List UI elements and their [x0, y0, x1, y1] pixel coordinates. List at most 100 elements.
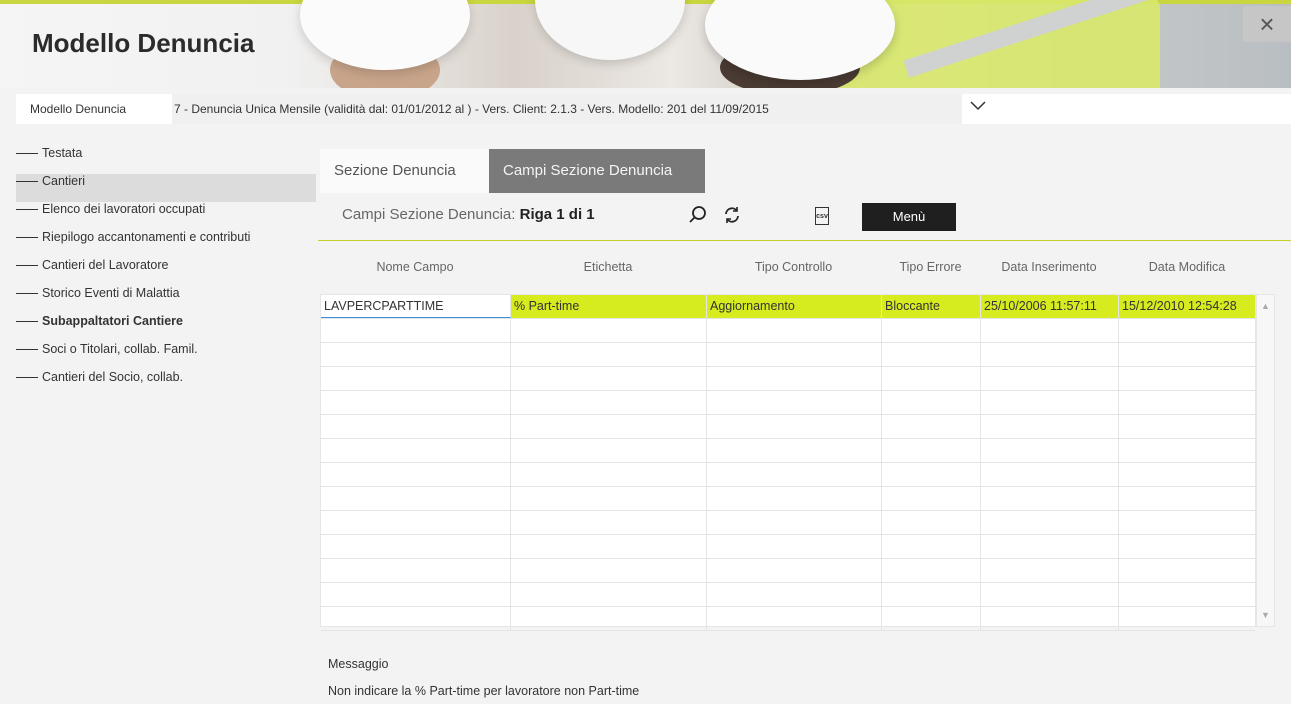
empty-cell[interactable] — [882, 511, 981, 534]
column-header[interactable]: Tipo Errore — [881, 260, 980, 274]
empty-table-row[interactable] — [321, 463, 1255, 487]
column-header[interactable]: Data Inserimento — [980, 260, 1118, 274]
close-icon[interactable]: × — [1243, 6, 1291, 42]
empty-cell[interactable] — [1119, 607, 1255, 630]
empty-table-row[interactable] — [321, 535, 1255, 559]
empty-cell[interactable] — [511, 415, 707, 438]
empty-cell[interactable] — [707, 415, 882, 438]
chevron-down-icon[interactable] — [970, 98, 986, 116]
empty-cell[interactable] — [321, 319, 511, 342]
empty-cell[interactable] — [981, 559, 1119, 582]
sidebar-item-cantieri[interactable]: Cantieri — [16, 174, 316, 202]
empty-cell[interactable] — [882, 583, 981, 606]
empty-cell[interactable] — [707, 487, 882, 510]
empty-cell[interactable] — [981, 487, 1119, 510]
empty-cell[interactable] — [1119, 559, 1255, 582]
sidebar-item-soci[interactable]: Soci o Titolari, collab. Famil. — [16, 342, 316, 370]
empty-cell[interactable] — [981, 607, 1119, 630]
empty-cell[interactable] — [981, 535, 1119, 558]
empty-cell[interactable] — [511, 535, 707, 558]
empty-cell[interactable] — [511, 607, 707, 630]
empty-cell[interactable] — [511, 583, 707, 606]
empty-table-row[interactable] — [321, 607, 1255, 631]
empty-cell[interactable] — [882, 535, 981, 558]
empty-cell[interactable] — [321, 439, 511, 462]
sidebar-item-cantieri-lavoratore[interactable]: Cantieri del Lavoratore — [16, 258, 316, 286]
empty-table-row[interactable] — [321, 367, 1255, 391]
cell-nome-campo[interactable]: LAVPERCPARTTIME — [321, 295, 511, 318]
column-header[interactable]: Data Modifica — [1118, 260, 1256, 274]
empty-cell[interactable] — [321, 463, 511, 486]
sidebar-item-testata[interactable]: Testata — [16, 146, 316, 174]
empty-cell[interactable] — [1119, 511, 1255, 534]
empty-cell[interactable] — [707, 535, 882, 558]
empty-cell[interactable] — [882, 319, 981, 342]
empty-cell[interactable] — [321, 415, 511, 438]
empty-cell[interactable] — [1119, 487, 1255, 510]
tab-campi-sezione-denuncia[interactable]: Campi Sezione Denuncia — [489, 149, 705, 193]
empty-cell[interactable] — [321, 607, 511, 630]
empty-cell[interactable] — [981, 463, 1119, 486]
empty-cell[interactable] — [882, 487, 981, 510]
cell-etichetta[interactable]: % Part-time — [511, 295, 707, 318]
tab-sezione-denuncia[interactable]: Sezione Denuncia — [320, 149, 489, 193]
empty-cell[interactable] — [707, 607, 882, 630]
empty-cell[interactable] — [1119, 391, 1255, 414]
empty-cell[interactable] — [707, 439, 882, 462]
empty-cell[interactable] — [511, 463, 707, 486]
empty-cell[interactable] — [707, 391, 882, 414]
empty-cell[interactable] — [321, 535, 511, 558]
empty-cell[interactable] — [981, 343, 1119, 366]
empty-cell[interactable] — [882, 415, 981, 438]
empty-cell[interactable] — [707, 583, 882, 606]
empty-cell[interactable] — [981, 367, 1119, 390]
empty-cell[interactable] — [981, 583, 1119, 606]
sidebar-item-storico-malattia[interactable]: Storico Eventi di Malattia — [16, 286, 316, 314]
refresh-icon[interactable] — [722, 205, 742, 230]
empty-cell[interactable] — [511, 487, 707, 510]
cell-data-inserimento[interactable]: 25/10/2006 11:57:11 — [981, 295, 1119, 318]
grid-scrollbar[interactable]: ▲ ▼ — [1256, 294, 1275, 627]
empty-cell[interactable] — [707, 559, 882, 582]
cell-tipo-controllo[interactable]: Aggiornamento — [707, 295, 882, 318]
empty-cell[interactable] — [1119, 535, 1255, 558]
empty-cell[interactable] — [1119, 439, 1255, 462]
empty-cell[interactable] — [511, 511, 707, 534]
empty-table-row[interactable] — [321, 319, 1255, 343]
model-dropdown[interactable]: 7 - Denuncia Unica Mensile (validità dal… — [172, 94, 962, 124]
empty-table-row[interactable] — [321, 439, 1255, 463]
empty-cell[interactable] — [321, 343, 511, 366]
empty-cell[interactable] — [1119, 583, 1255, 606]
empty-cell[interactable] — [882, 367, 981, 390]
empty-cell[interactable] — [981, 415, 1119, 438]
empty-cell[interactable] — [707, 463, 882, 486]
empty-table-row[interactable] — [321, 391, 1255, 415]
empty-cell[interactable] — [1119, 463, 1255, 486]
empty-cell[interactable] — [882, 343, 981, 366]
empty-table-row[interactable] — [321, 583, 1255, 607]
empty-cell[interactable] — [882, 439, 981, 462]
column-header[interactable]: Etichetta — [510, 260, 706, 274]
empty-cell[interactable] — [882, 391, 981, 414]
empty-cell[interactable] — [511, 559, 707, 582]
empty-cell[interactable] — [1119, 415, 1255, 438]
empty-cell[interactable] — [707, 367, 882, 390]
empty-cell[interactable] — [1119, 343, 1255, 366]
empty-cell[interactable] — [707, 511, 882, 534]
empty-table-row[interactable] — [321, 415, 1255, 439]
sidebar-item-cantieri-socio[interactable]: Cantieri del Socio, collab. — [16, 370, 316, 398]
empty-cell[interactable] — [321, 559, 511, 582]
empty-cell[interactable] — [321, 583, 511, 606]
empty-table-row[interactable] — [321, 343, 1255, 367]
empty-cell[interactable] — [882, 607, 981, 630]
empty-cell[interactable] — [511, 439, 707, 462]
empty-cell[interactable] — [511, 343, 707, 366]
empty-cell[interactable] — [321, 487, 511, 510]
empty-cell[interactable] — [1119, 319, 1255, 342]
sidebar-item-riepilogo[interactable]: Riepilogo accantonamenti e contributi — [16, 230, 316, 258]
empty-cell[interactable] — [321, 391, 511, 414]
empty-cell[interactable] — [981, 319, 1119, 342]
cell-tipo-errore[interactable]: Bloccante — [882, 295, 981, 318]
menu-button[interactable]: Menù — [862, 203, 956, 231]
empty-table-row[interactable] — [321, 559, 1255, 583]
